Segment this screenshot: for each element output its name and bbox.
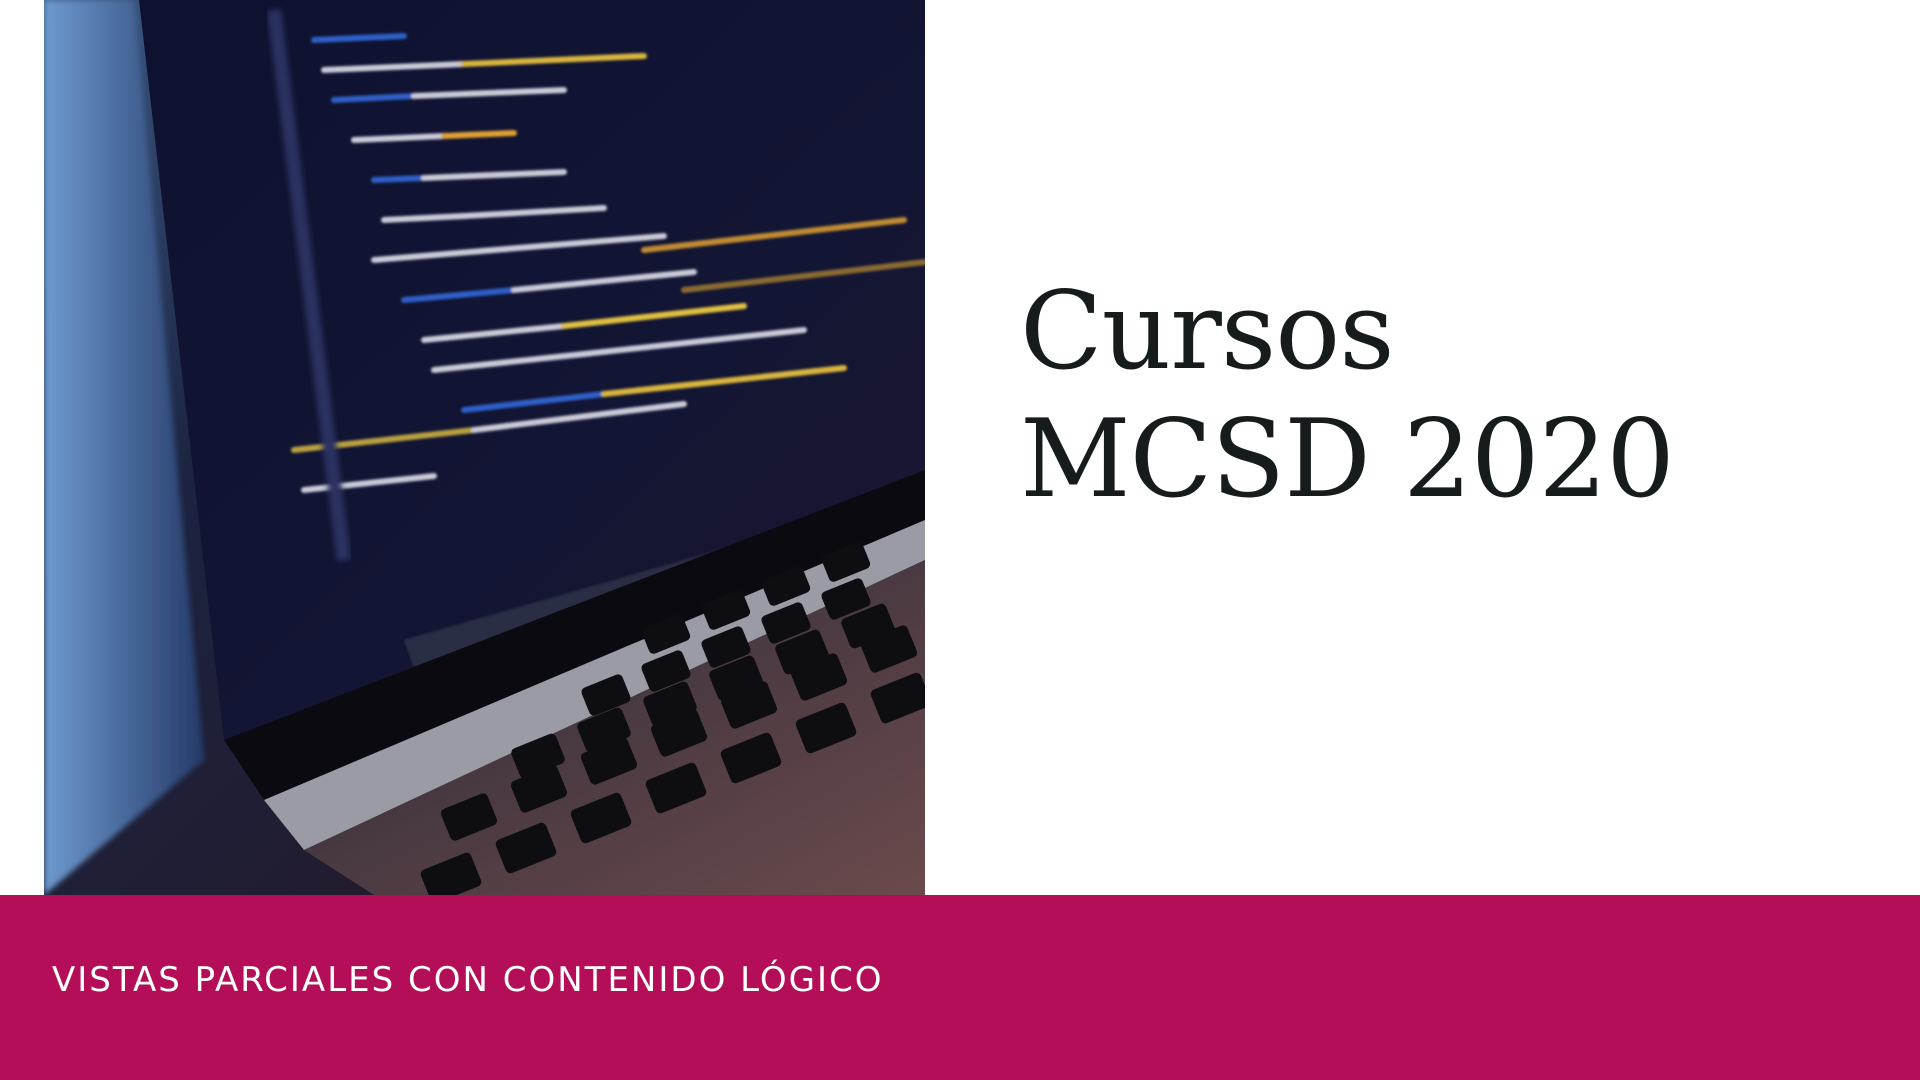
laptop-code-photo xyxy=(44,0,925,895)
slide: Cursos MCSD 2020 VISTAS PARCIALES CON CO… xyxy=(0,0,1920,1080)
title-block: Cursos MCSD 2020 xyxy=(1020,268,1840,524)
title-line-1: Cursos xyxy=(1020,269,1395,394)
subtitle: VISTAS PARCIALES CON CONTENIDO LÓGICO xyxy=(52,960,884,1000)
title-line-2: MCSD 2020 xyxy=(1020,397,1675,522)
laptop-code-illustration xyxy=(44,0,925,895)
